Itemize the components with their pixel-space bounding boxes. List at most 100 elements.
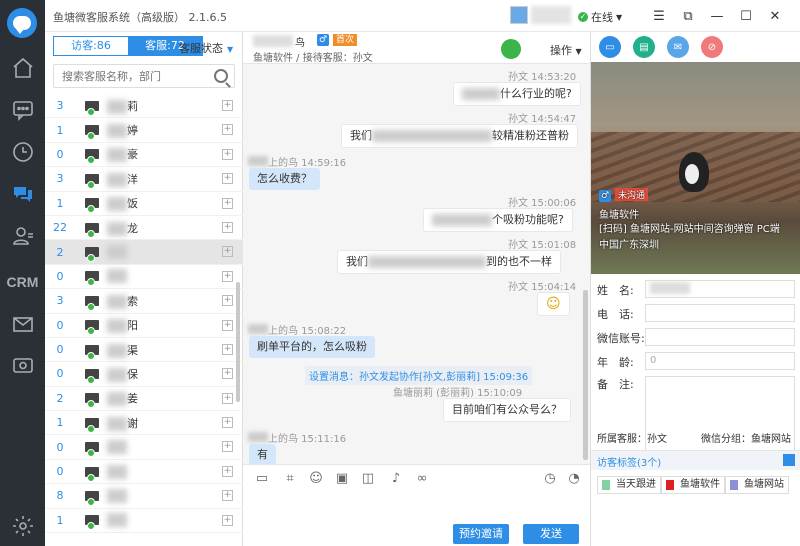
folder-icon[interactable]: ▭	[255, 472, 269, 486]
agent-row[interactable]: 1 饭 +	[45, 192, 243, 216]
agent-row[interactable]: 3 洋 +	[45, 167, 243, 192]
add-icon[interactable]: +	[222, 368, 233, 380]
history-icon[interactable]: ◷	[543, 472, 557, 486]
eye-icon[interactable]	[0, 346, 45, 386]
tab-visitors[interactable]: 访客:86	[54, 37, 128, 55]
add-icon[interactable]: +	[222, 514, 233, 526]
agent-avatar[interactable]	[510, 6, 528, 24]
name-field[interactable]	[645, 280, 795, 298]
add-icon[interactable]: +	[222, 221, 233, 233]
chat-tab-icon[interactable]: ▭	[599, 36, 621, 58]
link-icon[interactable]: ∞	[415, 472, 429, 486]
agent-row[interactable]: 0 +	[45, 265, 243, 290]
add-icon[interactable]: +	[222, 100, 233, 111]
agent-row[interactable]: 0 +	[45, 460, 243, 485]
agent-row[interactable]: 0 阳 +	[45, 314, 243, 338]
microphone-icon[interactable]: ♪	[389, 472, 403, 486]
online-status[interactable]: ✓ 在线 ▼	[578, 9, 622, 25]
agent-name-text: 莉	[127, 99, 138, 113]
pc-online-icon	[85, 222, 99, 238]
unread-count: 0	[56, 318, 64, 332]
add-icon[interactable]: +	[222, 295, 233, 307]
redacted-text	[107, 343, 127, 358]
close-icon[interactable]: ✕	[765, 6, 785, 26]
tag-chip[interactable]: 当天跟进	[597, 476, 661, 494]
message-meta: 孙文 15:01:08	[508, 240, 577, 251]
profile-tab-icon[interactable]: ▤	[633, 36, 655, 58]
crm-icon[interactable]: CRM	[0, 262, 45, 302]
invite-button[interactable]: 预约邀请	[453, 524, 509, 544]
add-icon[interactable]: +	[222, 465, 233, 477]
contacts-panel: 访客:86 客服:72 客服状态▼ 3莉+1婷+0豪+3洋+1饭+22龙+2+0…	[45, 32, 243, 546]
tag-chip[interactable]: 鱼塘软件	[661, 476, 725, 494]
home-icon[interactable]	[0, 48, 45, 88]
add-icon[interactable]: +	[222, 246, 233, 258]
redacted-text	[248, 324, 268, 334]
add-icon[interactable]: +	[222, 441, 233, 453]
message-text: 有	[257, 448, 268, 461]
crop-icon[interactable]: ⌗	[283, 472, 297, 486]
agent-row[interactable]: 0 保 +	[45, 362, 243, 387]
chat-scrollbar[interactable]	[583, 290, 588, 460]
search-input[interactable]	[54, 65, 204, 87]
edit-tags-icon[interactable]	[783, 454, 795, 466]
transfer-icon[interactable]: ◔	[567, 472, 581, 486]
agent-row[interactable]: 8 +	[45, 484, 243, 509]
menu-icon[interactable]: ☰	[649, 6, 669, 26]
messages-icon[interactable]	[0, 174, 45, 214]
agent-row[interactable]: 3 索 +	[45, 289, 243, 314]
phone-field[interactable]	[645, 304, 795, 322]
search-icon[interactable]	[214, 69, 228, 83]
agent-row[interactable]: 1 +	[45, 509, 243, 534]
contacts-scrollbar[interactable]	[236, 282, 240, 402]
settings-icon[interactable]	[0, 506, 45, 546]
window-layout-icon[interactable]: ⧉	[678, 6, 698, 26]
agent-row[interactable]: 0 +	[45, 435, 243, 460]
template-icon[interactable]: ◫	[361, 472, 375, 486]
operations-dropdown[interactable]: 操作 ▼	[550, 42, 582, 58]
add-icon[interactable]: +	[222, 124, 233, 136]
age-field[interactable]: 0	[645, 352, 795, 370]
add-icon[interactable]: +	[222, 197, 233, 209]
add-icon[interactable]: +	[222, 417, 233, 429]
redacted-text	[107, 124, 127, 139]
agent-name-text: 姜	[127, 392, 138, 406]
agent-row[interactable]: 3 莉 +	[45, 94, 243, 119]
agent-name-text: 龙	[127, 221, 138, 235]
tag-chip[interactable]: 鱼塘网站	[725, 476, 789, 494]
minimize-icon[interactable]: —	[707, 6, 727, 26]
maximize-icon[interactable]: ☐	[736, 6, 756, 26]
agent-row[interactable]: 1 婷 +	[45, 118, 243, 143]
contacts-icon[interactable]	[0, 216, 45, 256]
add-icon[interactable]: +	[222, 392, 233, 404]
agent-row[interactable]: 22 龙 +	[45, 216, 243, 241]
clock-icon[interactable]	[0, 132, 45, 172]
agent-row[interactable]: 0 渠 +	[45, 338, 243, 363]
agent-row[interactable]: 0 豪 +	[45, 143, 243, 168]
smiley-emoji-icon: ☺	[537, 292, 570, 316]
add-icon[interactable]: +	[222, 319, 233, 331]
blacklist-tab-icon[interactable]: ⊘	[701, 36, 723, 58]
add-icon[interactable]: +	[222, 148, 233, 160]
visitor-cover-photo: ♂ 未沟通 鱼塘软件 [扫码] 鱼塘网站-网站中间咨询弹窗 PC端 中国广东深圳	[591, 62, 800, 274]
add-icon[interactable]: +	[222, 490, 233, 502]
mail-tab-icon[interactable]: ✉	[667, 36, 689, 58]
pc-online-icon	[85, 198, 99, 214]
group-icon[interactable]	[501, 39, 521, 59]
agent-row[interactable]: 1 谢 +	[45, 411, 243, 436]
emoji-icon[interactable]: ☺	[309, 472, 323, 486]
agent-row[interactable]: 2 +	[45, 240, 243, 265]
mail-icon[interactable]	[0, 304, 45, 344]
send-button[interactable]: 发送	[523, 524, 579, 544]
message-text: 目前咱们有公众号么？	[452, 403, 562, 416]
chat-bubble-icon[interactable]	[0, 90, 45, 130]
wechat-field[interactable]	[645, 328, 795, 346]
agent-status-dropdown[interactable]: 客服状态 ▼	[179, 40, 233, 56]
age-label: 年 龄:	[597, 356, 634, 369]
quick-reply-icon[interactable]: ▣	[335, 472, 349, 486]
add-icon[interactable]: +	[222, 173, 233, 185]
message-text: 我们	[346, 255, 368, 268]
agent-row[interactable]: 2 姜 +	[45, 387, 243, 412]
add-icon[interactable]: +	[222, 343, 233, 355]
add-icon[interactable]: +	[222, 270, 233, 282]
